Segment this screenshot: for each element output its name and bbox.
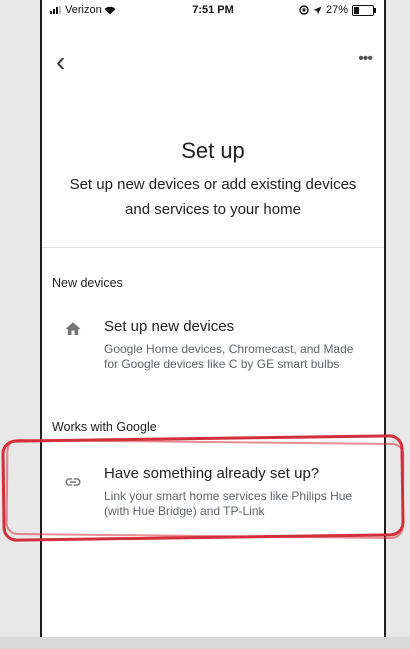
phone-bezel-right [386,0,410,649]
battery-percent: 27% [325,4,348,16]
status-right: 27% [299,4,376,16]
orientation-lock-icon [299,5,309,15]
item-title: Set up new devices [104,318,235,335]
back-button[interactable]: ‹ [56,48,65,76]
location-icon [313,6,322,14]
more-options-button[interactable]: ••• [358,50,373,68]
section-header-works-with-google: Works with Google [52,420,157,434]
section-header-new-devices: New devices [52,276,123,290]
phone-screen: Verizon 7:51 PM 27% ‹ ••• Set up Set up … [40,0,386,649]
divider [42,247,384,248]
page-subtitle: Set up new devices or add existing devic… [69,176,357,218]
status-bar: Verizon 7:51 PM 27% [42,0,384,20]
bottom-shade [0,637,410,649]
chevron-left-icon: ‹ [56,46,66,77]
item-description: Google Home devices, Chromecast, and Mad… [104,342,354,371]
page-title: Set up [181,138,245,163]
highlight-annotation-stroke [5,438,405,540]
phone-bezel-left [0,0,40,649]
home-icon [65,322,81,335]
battery-icon [352,4,376,16]
more-horizontal-icon: ••• [358,50,373,67]
